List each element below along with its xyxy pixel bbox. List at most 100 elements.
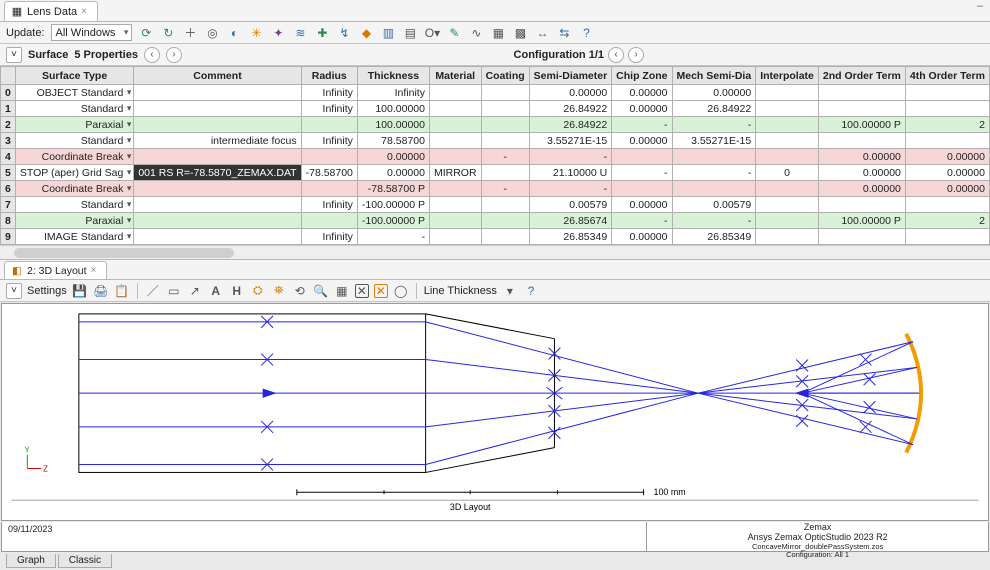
grid-toggle-icon[interactable]: ▦ — [334, 283, 350, 299]
order2-cell[interactable] — [818, 85, 905, 101]
thickness-cell[interactable]: -100.00000 P — [357, 197, 429, 213]
column-header[interactable]: Chip Zone — [612, 67, 672, 85]
material-cell[interactable] — [429, 149, 481, 165]
comment-cell[interactable] — [134, 181, 301, 197]
mechsemi-cell[interactable]: - — [672, 213, 756, 229]
row-index[interactable]: 2 — [1, 117, 16, 133]
order2-cell[interactable]: 0.00000 — [818, 149, 905, 165]
rotate-icon[interactable]: ⟲ — [292, 283, 308, 299]
coating-cell[interactable] — [481, 165, 529, 181]
coating-cell[interactable] — [481, 229, 529, 245]
tab-lens-data[interactable]: ▦ Lens Data × — [4, 1, 98, 21]
mechsemi-cell[interactable]: 26.84922 — [672, 101, 756, 117]
semidiam-cell[interactable]: 0.00579 — [529, 197, 612, 213]
refresh-all-icon[interactable]: ↻ — [160, 25, 176, 41]
order4-cell[interactable]: 0.00000 — [905, 181, 989, 197]
semidiam-cell[interactable]: - — [529, 149, 612, 165]
comment-cell[interactable] — [134, 149, 301, 165]
next-surface-button[interactable]: › — [166, 47, 182, 63]
comment-cell[interactable]: 001 RS R=-78.5870_ZEMAX.DAT — [134, 165, 301, 181]
mechsemi-cell[interactable]: 0.00579 — [672, 197, 756, 213]
stack-icon[interactable]: ▤ — [402, 25, 418, 41]
comment-cell[interactable] — [134, 85, 301, 101]
surface-type-cell[interactable]: IMAGE Standard — [15, 229, 134, 245]
comment-cell[interactable] — [134, 213, 301, 229]
order2-cell[interactable]: 0.00000 — [818, 181, 905, 197]
material-cell[interactable] — [429, 197, 481, 213]
chipzone-cell[interactable]: - — [612, 117, 672, 133]
table-row[interactable]: 0OBJECT StandardInfinityInfinity0.000000… — [1, 85, 990, 101]
interpolate-cell[interactable] — [756, 229, 819, 245]
interpolate-cell[interactable] — [756, 213, 819, 229]
thickness-cell[interactable]: 100.00000 — [357, 117, 429, 133]
surface-type-cell[interactable]: Standard — [15, 197, 134, 213]
radius-cell[interactable] — [301, 117, 357, 133]
spot-icon[interactable]: ✦ — [270, 25, 286, 41]
order2-cell[interactable] — [818, 101, 905, 117]
row-index[interactable]: 7 — [1, 197, 16, 213]
surface-type-cell[interactable]: OBJECT Standard — [15, 85, 134, 101]
semidiam-cell[interactable]: 26.85674 — [529, 213, 612, 229]
chipzone-cell[interactable]: 0.00000 — [612, 197, 672, 213]
order4-cell[interactable] — [905, 229, 989, 245]
prev-surface-button[interactable]: ‹ — [144, 47, 160, 63]
thickness-cell[interactable]: -100.00000 P — [357, 213, 429, 229]
mtf-icon[interactable]: ≋ — [292, 25, 308, 41]
row-index[interactable]: 9 — [1, 229, 16, 245]
text-h-icon[interactable]: H — [229, 283, 245, 299]
boxed-x-icon[interactable]: ✕ — [355, 284, 369, 298]
tab-graph[interactable]: Graph — [6, 554, 56, 568]
radius-cell[interactable]: Infinity — [301, 229, 357, 245]
arrow-icon[interactable]: ↗ — [187, 283, 203, 299]
mechsemi-cell[interactable]: 26.85349 — [672, 229, 756, 245]
surface-type-cell[interactable]: Standard — [15, 101, 134, 117]
order2-cell[interactable] — [818, 229, 905, 245]
swap-left-icon[interactable]: ↔ — [534, 25, 550, 41]
copy-icon[interactable]: 📋 — [114, 283, 130, 299]
human2-icon[interactable]: ⛯ — [271, 283, 287, 299]
minimize-icon[interactable]: – — [972, 0, 988, 12]
thickness-cell[interactable]: 0.00000 — [357, 149, 429, 165]
thickness-cell[interactable]: 78.58700 — [357, 133, 429, 149]
line-icon[interactable]: ／ — [145, 283, 161, 299]
material-cell[interactable] — [429, 117, 481, 133]
column-header[interactable]: Thickness — [357, 67, 429, 85]
radius-cell[interactable]: Infinity — [301, 85, 357, 101]
human-icon[interactable]: ⛭ — [250, 283, 266, 299]
row-index[interactable]: 3 — [1, 133, 16, 149]
plus-icon[interactable]: ＋ — [182, 25, 198, 41]
refresh-icon[interactable]: ⟳ — [138, 25, 154, 41]
rect-icon[interactable]: ▭ — [166, 283, 182, 299]
help-icon[interactable]: ? — [578, 25, 594, 41]
semidiam-cell[interactable]: 26.84922 — [529, 117, 612, 133]
chipzone-cell[interactable] — [612, 149, 672, 165]
interpolate-cell[interactable]: 0 — [756, 165, 819, 181]
thickness-cell[interactable]: Infinity — [357, 85, 429, 101]
material-cell[interactable] — [429, 85, 481, 101]
layout-canvas[interactable]: 100 mm 3D Layout Z Y — [1, 303, 989, 521]
chipzone-cell[interactable]: 0.00000 — [612, 133, 672, 149]
line-thickness-dropdown[interactable]: ▾ — [502, 283, 518, 299]
close-icon[interactable]: × — [91, 265, 97, 276]
table-row[interactable]: 9IMAGE StandardInfinity-26.853490.000002… — [1, 229, 990, 245]
semidiam-cell[interactable]: - — [529, 181, 612, 197]
mechsemi-cell[interactable] — [672, 181, 756, 197]
fan-icon[interactable]: ✳ — [248, 25, 264, 41]
semidiam-cell[interactable]: 26.85349 — [529, 229, 612, 245]
chipzone-cell[interactable]: - — [612, 213, 672, 229]
mechsemi-cell[interactable]: - — [672, 165, 756, 181]
order2-cell[interactable]: 100.00000 P — [818, 213, 905, 229]
next-config-button[interactable]: › — [628, 47, 644, 63]
chipzone-cell[interactable] — [612, 181, 672, 197]
column-header[interactable]: Surface Type — [15, 67, 134, 85]
order4-cell[interactable] — [905, 101, 989, 117]
help-icon[interactable]: ? — [523, 283, 539, 299]
target-icon[interactable]: ◎ — [204, 25, 220, 41]
surface-type-cell[interactable]: Paraxial — [15, 117, 134, 133]
material-cell[interactable]: MIRROR — [429, 165, 481, 181]
column-header[interactable]: Mech Semi-Dia — [672, 67, 756, 85]
interpolate-cell[interactable] — [756, 85, 819, 101]
thickness-cell[interactable]: 0.00000 — [357, 165, 429, 181]
print-icon[interactable]: 🖨 — [93, 283, 109, 299]
coating-cell[interactable] — [481, 117, 529, 133]
